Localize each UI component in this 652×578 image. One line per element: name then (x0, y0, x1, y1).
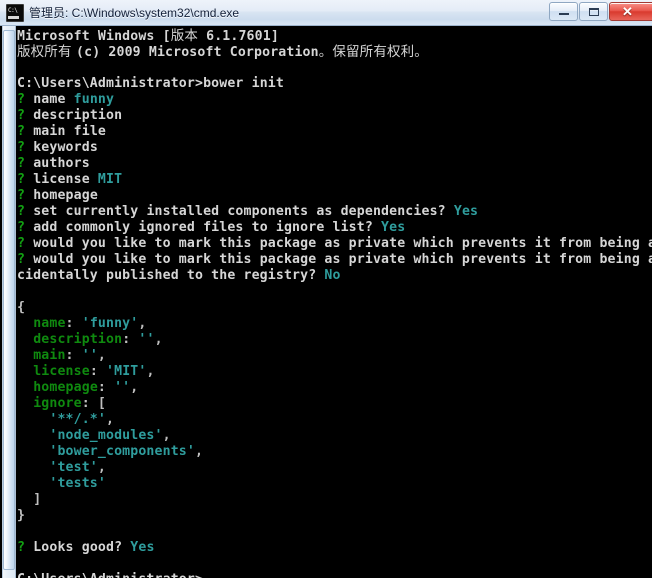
prompt-row-private-1: ? would you like to mark this package as… (17, 236, 652, 251)
prompt-row-license: ? license MIT (17, 172, 123, 187)
json-ignore-item: 'test', (49, 460, 106, 475)
json-field-description: description: '', (33, 332, 163, 347)
final-prompt-line[interactable]: C:\Users\Administrator> (17, 572, 652, 578)
scrollbar-thumb[interactable] (3, 30, 15, 570)
prompt-row-ignore-list: ? add commonly ignored files to ignore l… (17, 220, 406, 235)
prompt-row-private-wrap: cidentally published to the registry? No (17, 268, 341, 283)
json-ignore-close-bracket: ] (33, 492, 42, 507)
prompt-row-main-file: ? main file (17, 124, 106, 139)
prompt-row-keywords: ? keywords (17, 140, 98, 155)
json-field-homepage: homepage: '', (33, 380, 139, 395)
json-field-name: name: 'funny', (33, 316, 147, 331)
json-field-ignore: ignore: [ (33, 396, 107, 411)
console-text-surface: Microsoft Windows [版本 6.1.7601] 版权所有 (c)… (17, 28, 652, 578)
json-close-brace: } (17, 508, 26, 523)
banner-line-1: Microsoft Windows [版本 6.1.7601] (17, 28, 279, 44)
prompt-row-description: ? description (17, 108, 123, 123)
close-button[interactable]: ✕ (609, 2, 652, 21)
prompt-row-private-2: ? would you like to mark this package as… (17, 252, 652, 267)
prompt-row-name: ? name funny (17, 92, 115, 107)
maximize-button[interactable] (579, 2, 608, 21)
prompt-row-dependencies: ? set currently installed components as … (17, 204, 479, 219)
json-field-license: license: 'MIT', (33, 364, 155, 379)
json-ignore-item: 'node_modules', (49, 428, 171, 443)
prompt-row-looks-good: ? Looks good? Yes (17, 540, 155, 555)
json-ignore-item: '**/.*', (49, 412, 115, 427)
prompt-row-homepage: ? homepage (17, 188, 98, 203)
json-field-main: main: '', (33, 348, 107, 363)
cmd-console-icon (6, 3, 24, 22)
window-controls: ✕ (548, 2, 652, 21)
window-title: 管理员: C:\Windows\system32\cmd.exe (29, 6, 240, 20)
close-icon: ✕ (622, 4, 633, 19)
cmd-window: 管理员: C:\Windows\system32\cmd.exe ✕ Micro… (0, 0, 652, 578)
banner-line-2: 版权所有 (c) 2009 Microsoft Corporation。保留所有… (17, 44, 428, 60)
prompt-row-authors: ? authors (17, 156, 90, 171)
minimize-button[interactable] (549, 2, 578, 21)
console-client-area[interactable]: Microsoft Windows [版本 6.1.7601] 版权所有 (c)… (0, 26, 652, 578)
command-line: C:\Users\Administrator>bower init (17, 76, 284, 91)
json-ignore-item: 'bower_components', (49, 444, 204, 459)
json-ignore-item: 'tests' (49, 476, 106, 491)
window-titlebar[interactable]: 管理员: C:\Windows\system32\cmd.exe ✕ (0, 0, 652, 26)
vertical-scrollbar[interactable] (2, 26, 16, 578)
json-open-brace: { (17, 300, 26, 315)
